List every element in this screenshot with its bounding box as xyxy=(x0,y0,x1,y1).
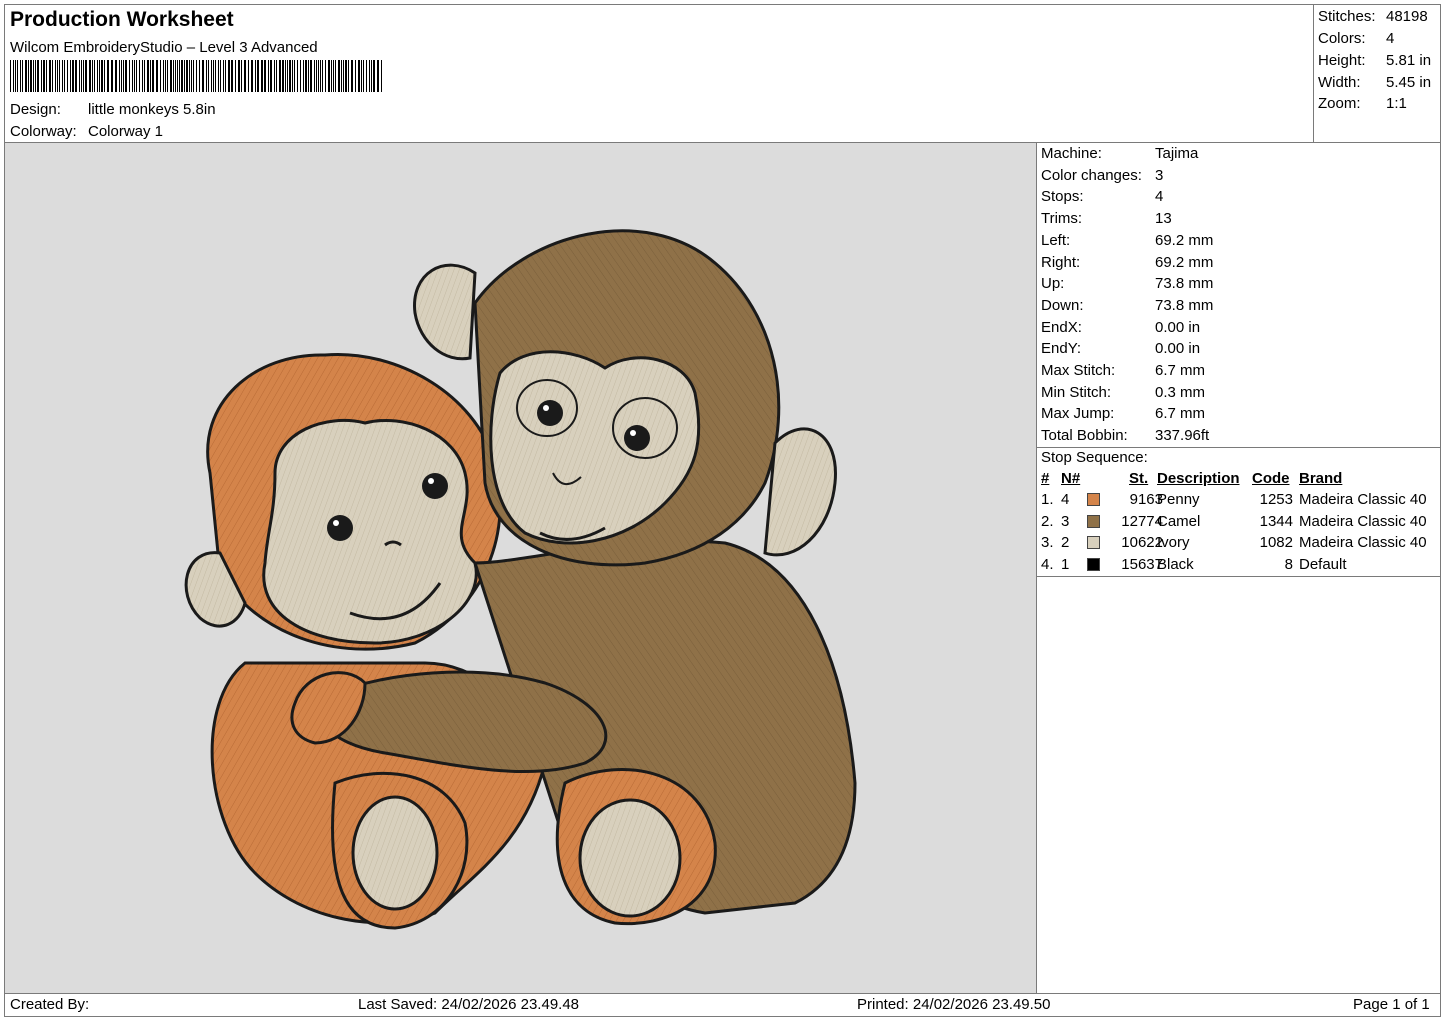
row-stitches: 9163 xyxy=(1129,491,1163,508)
page-number: Page 1 of 1 xyxy=(1353,996,1430,1013)
machine-info-label: Up: xyxy=(1041,275,1065,293)
brown-monkey-ear-left xyxy=(413,263,477,361)
row-code: 1344 xyxy=(1259,512,1293,530)
machine-info-value: 73.8 mm xyxy=(1155,296,1214,314)
row-index: 3. xyxy=(1041,534,1054,552)
row-index: 2. xyxy=(1041,512,1054,530)
color-swatch xyxy=(1087,493,1100,506)
orange-monkey-face xyxy=(262,418,478,645)
row-description: Penny xyxy=(1157,491,1200,508)
machine-info-label: Down: xyxy=(1041,296,1084,314)
machine-info-value: 0.00 in xyxy=(1155,340,1201,358)
machine-info-label: Machine: xyxy=(1041,145,1102,162)
software-name: Wilcom EmbroideryStudio – Level 3 Advanc… xyxy=(10,39,318,56)
orange-monkey-eye-left xyxy=(327,515,353,541)
machine-info-value: 337.96ft xyxy=(1155,427,1210,445)
stats-divider xyxy=(1313,4,1314,143)
machine-info-label: Total Bobbin: xyxy=(1041,427,1128,445)
row-index: 4. xyxy=(1041,556,1054,574)
machine-info-value: 6.7 mm xyxy=(1155,362,1206,379)
printed: Printed: 24/02/2026 23.49.50 xyxy=(857,996,1051,1013)
row-needle: 3 xyxy=(1061,512,1070,530)
machine-info-label: Max Jump: xyxy=(1041,405,1115,423)
row-code: 1082 xyxy=(1259,534,1293,552)
orange-monkey-foot xyxy=(351,795,439,911)
color-swatch xyxy=(1087,514,1100,528)
row-needle: 2 xyxy=(1061,534,1070,552)
machine-info-value: 69.2 mm xyxy=(1155,231,1214,249)
machine-info-value: Tajima xyxy=(1155,145,1199,162)
col-description: Description xyxy=(1157,470,1240,487)
row-stitches: 15637 xyxy=(1121,556,1163,574)
row-description: Camel xyxy=(1157,512,1201,530)
row-description: Black xyxy=(1157,556,1194,574)
color-swatch xyxy=(1087,558,1100,572)
machine-info-value: 0.3 mm xyxy=(1155,383,1206,401)
page-title: Production Worksheet xyxy=(10,8,234,31)
created-by: Created By: xyxy=(10,996,90,1013)
col-stitches: St. xyxy=(1129,470,1149,487)
row-code: 8 xyxy=(1284,556,1293,574)
last-saved: Last Saved: 24/02/2026 23.49.48 xyxy=(358,996,580,1013)
col-needle: N# xyxy=(1061,470,1081,487)
machine-info-value: 69.2 mm xyxy=(1155,253,1214,271)
col-code: Code xyxy=(1252,470,1290,487)
row-index: 1. xyxy=(1041,491,1054,508)
color-swatch xyxy=(1087,536,1100,550)
row-needle: 4 xyxy=(1061,491,1070,508)
monkeys-design-image xyxy=(184,229,857,930)
design-canvas[interactable] xyxy=(5,143,1036,993)
barcode xyxy=(10,60,382,92)
colorway-value: Colorway 1 xyxy=(88,123,164,140)
stop-sequence-row: 4. 1 15637 Black 8 Default xyxy=(1041,556,1441,577)
machine-info-label: Color changes: xyxy=(1041,166,1142,184)
col-brand: Brand xyxy=(1299,470,1343,487)
machine-divider xyxy=(1036,447,1441,448)
col-index: # xyxy=(1041,470,1050,487)
row-brand: Madeira Classic 40 xyxy=(1299,534,1427,552)
machine-info-value: 73.8 mm xyxy=(1155,275,1214,293)
row-needle: 1 xyxy=(1061,556,1070,574)
machine-info-label: EndY: xyxy=(1041,340,1082,358)
row-stitches: 12774 xyxy=(1121,512,1163,530)
panel-divider xyxy=(1036,142,1037,993)
row-brand: Default xyxy=(1299,556,1347,574)
design-value: little monkeys 5.8in xyxy=(88,101,216,118)
machine-info-label: Left: xyxy=(1041,231,1071,249)
machine-info-label: EndX: xyxy=(1041,318,1082,336)
colorway-label: Colorway: xyxy=(10,123,77,140)
stop-sequence-row: 2. 3 12774 Camel 1344 Madeira Classic 40 xyxy=(1041,513,1441,534)
machine-info-value: 0.00 in xyxy=(1155,318,1201,336)
row-brand: Madeira Classic 40 xyxy=(1299,512,1427,530)
row-description: Ivory xyxy=(1157,534,1190,552)
brown-monkey-eye-left xyxy=(537,400,563,426)
stop-sequence-row: 1. 4 9163 Penny 1253 Madeira Classic 40 xyxy=(1041,491,1441,512)
orange-monkey-eye-right xyxy=(422,473,448,499)
machine-info-label: Right: xyxy=(1041,253,1081,271)
machine-info-value: 3 xyxy=(1155,166,1164,184)
footer-divider xyxy=(4,993,1441,994)
row-code: 1253 xyxy=(1259,491,1293,508)
machine-info-label: Trims: xyxy=(1041,210,1083,228)
machine-info-value: 4 xyxy=(1155,188,1164,206)
brown-monkey-eye-right xyxy=(624,425,650,451)
machine-info-value: 13 xyxy=(1155,210,1172,228)
machine-info-value: 6.7 mm xyxy=(1155,405,1206,423)
brown-monkey-foot xyxy=(578,798,682,918)
brown-monkey-ear-right xyxy=(763,427,837,557)
stop-sequence-row: 3. 2 10622 Ivory 1082 Madeira Classic 40 xyxy=(1041,534,1441,555)
design-label: Design: xyxy=(10,101,61,118)
row-stitches: 10622 xyxy=(1121,534,1163,552)
machine-info-label: Min Stitch: xyxy=(1041,383,1112,401)
machine-info-label: Max Stitch: xyxy=(1041,362,1116,379)
stop-sequence-title: Stop Sequence: xyxy=(1041,449,1148,466)
machine-info-label: Stops: xyxy=(1041,188,1084,206)
row-brand: Madeira Classic 40 xyxy=(1299,491,1427,508)
